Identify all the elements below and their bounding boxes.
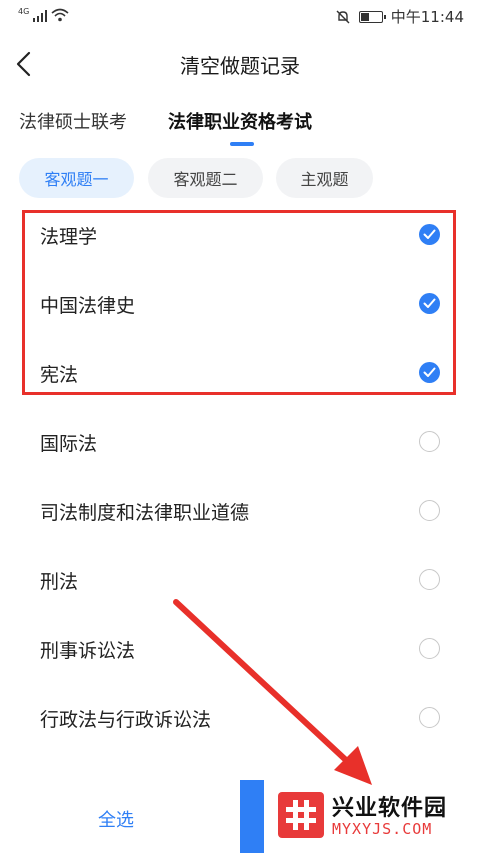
tab-legal-qualification[interactable]: 法律职业资格考试 <box>168 108 312 134</box>
subject-label: 中国法律史 <box>40 295 136 317</box>
subject-row[interactable]: 行政法与行政诉讼法 <box>0 683 480 752</box>
subject-row[interactable]: 刑事诉讼法 <box>0 614 480 683</box>
subject-row[interactable]: 宪法 <box>0 338 480 407</box>
watermark-name: 兴业软件园 <box>332 796 448 821</box>
nav-bar: 清空做题记录 <box>0 40 480 88</box>
wifi-icon <box>51 8 69 22</box>
unchecked-icon[interactable] <box>419 431 440 452</box>
exam-tabs: 法律硕士联考 法律职业资格考试 <box>0 104 480 148</box>
subject-label: 刑法 <box>40 571 79 593</box>
subject-label: 司法制度和法律职业道德 <box>40 502 250 524</box>
status-right: 中午11:44 <box>335 6 464 27</box>
select-all-button[interactable]: 全选 <box>98 806 134 832</box>
subject-label: 刑事诉讼法 <box>40 640 136 662</box>
clear-button[interactable] <box>240 780 264 853</box>
unchecked-icon[interactable] <box>419 500 440 521</box>
battery-icon <box>358 10 386 23</box>
subject-label: 国际法 <box>40 433 98 455</box>
subject-row[interactable]: 刑法 <box>0 545 480 614</box>
active-tab-indicator <box>230 142 254 146</box>
subject-label: 宪法 <box>40 364 79 386</box>
subject-row[interactable]: 国际法 <box>0 407 480 476</box>
sub-tabs: 客观题一 客观题二 主观题 <box>0 158 480 198</box>
page-title: 清空做题记录 <box>180 54 300 78</box>
sub-tab-subjective[interactable]: 主观题 <box>276 158 373 198</box>
subject-label: 法理学 <box>40 226 98 248</box>
tab-law-master[interactable]: 法律硕士联考 <box>19 108 127 134</box>
subject-label: 行政法与行政诉讼法 <box>40 709 212 731</box>
unchecked-icon[interactable] <box>419 569 440 590</box>
sub-tab-objective-1[interactable]: 客观题一 <box>19 158 134 198</box>
subject-row[interactable]: 法理学 <box>0 200 480 269</box>
signal-icon <box>33 10 48 22</box>
status-left: 4G <box>18 7 69 22</box>
watermark: 兴业软件园 MYXYJS.COM <box>268 786 480 846</box>
network-type: 4G <box>18 7 30 16</box>
unchecked-icon[interactable] <box>419 707 440 728</box>
sub-tab-objective-2[interactable]: 客观题二 <box>148 158 263 198</box>
subject-row[interactable]: 司法制度和法律职业道德 <box>0 476 480 545</box>
unchecked-icon[interactable] <box>419 638 440 659</box>
status-bar: 4G 中午11:44 <box>0 0 480 34</box>
checked-icon[interactable] <box>419 293 440 314</box>
checked-icon[interactable] <box>419 224 440 245</box>
watermark-url: MYXYJS.COM <box>332 820 433 838</box>
mute-bell-icon <box>336 10 350 23</box>
watermark-logo <box>278 792 324 838</box>
subject-row[interactable]: 中国法律史 <box>0 269 480 338</box>
checked-icon[interactable] <box>419 362 440 383</box>
clock: 中午11:44 <box>390 8 464 26</box>
